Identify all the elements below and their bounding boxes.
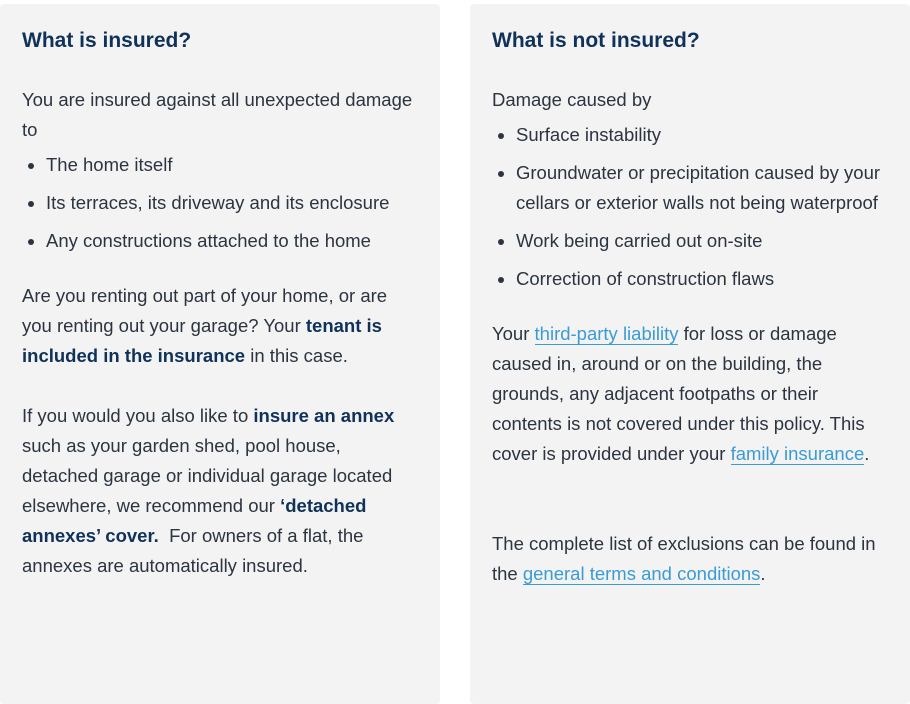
renting-paragraph: Are you renting out part of your home, o… [22,281,418,371]
insured-list: The home itself Its terraces, its drivew… [22,150,418,256]
liability-text: . [864,443,870,464]
general-terms-link[interactable]: general terms and conditions [522,563,761,585]
insured-item: The home itself [28,150,418,180]
insured-item: Its terraces, its driveway and its enclo… [28,188,418,218]
not-insured-item: Surface instability [498,120,888,150]
exclusions-paragraph: The complete list of exclusions can be f… [492,529,888,589]
liability-text: Your [492,323,535,344]
not-insured-card: What is not insured? Damage caused by Su… [470,4,910,704]
insured-title: What is insured? [22,29,192,52]
not-insured-item: Correction of construction flaws [498,264,888,294]
insured-card: What is insured? You are insured against… [0,4,440,704]
renting-text: in this case. [245,345,348,366]
liability-paragraph: Your third-party liability for loss or d… [492,319,888,469]
third-party-liability-link[interactable]: third-party liability [534,323,679,345]
insured-item: Any constructions attached to the home [28,226,418,256]
family-insurance-link[interactable]: family insurance [730,443,865,465]
annex-text: If you would you also like to [22,405,254,426]
not-insured-list: Surface instability Groundwater or preci… [492,120,888,294]
exclusions-text: . [760,563,766,584]
insured-intro: You are insured against all unexpected d… [22,89,413,140]
not-insured-intro: Damage caused by [492,89,652,110]
not-insured-item: Groundwater or precipitation caused by y… [498,158,888,218]
not-insured-item: Work being carried out on-site [498,226,888,256]
annex-bold: insure an annex [253,405,395,426]
not-insured-title: What is not insured? [492,29,700,52]
annex-paragraph: If you would you also like to insure an … [22,401,418,581]
